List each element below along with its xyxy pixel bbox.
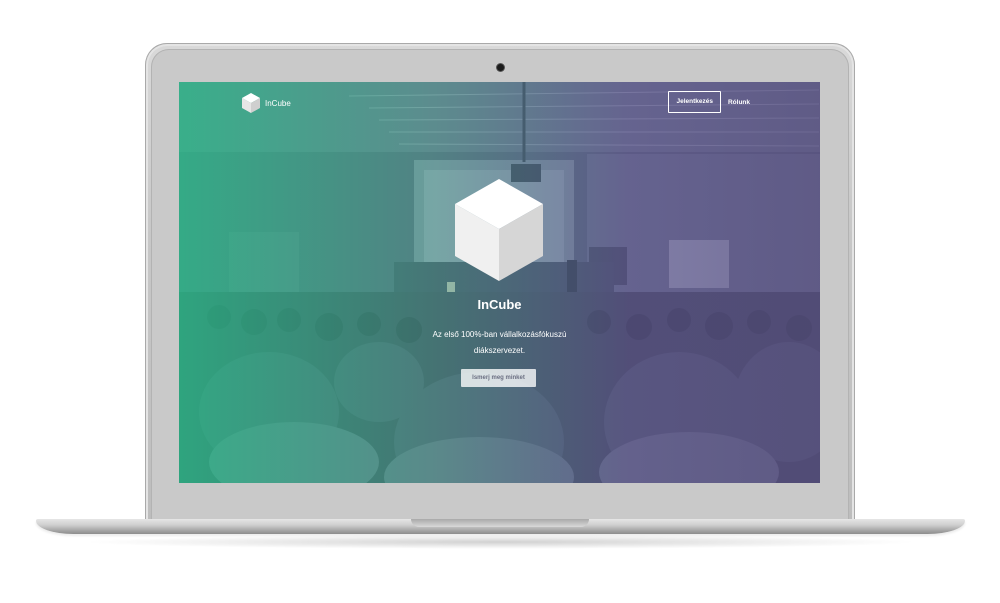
cube-icon <box>242 93 260 113</box>
logo-text: InCube <box>265 98 291 108</box>
laptop-shadow <box>80 535 920 549</box>
laptop-screen: InCube Jelentkezés Rólunk InCube Az első… <box>179 82 820 483</box>
laptop-notch <box>411 519 589 527</box>
register-button[interactable]: Jelentkezés <box>668 91 721 113</box>
hero-subtitle-line-1: Az első 100%-ban vállalkozásfókuszú <box>432 330 567 339</box>
hero-subtitle: Az első 100%-ban vállalkozásfókuszú diák… <box>179 327 820 359</box>
top-nav: Jelentkezés Rólunk <box>668 91 750 113</box>
hero-title: InCube <box>477 297 522 312</box>
site-logo[interactable]: InCube <box>241 92 291 114</box>
camera-icon <box>497 64 504 71</box>
hero-subtitle-line-2: diákszervezet. <box>473 346 526 355</box>
laptop-mockup: InCube Jelentkezés Rólunk InCube Az első… <box>0 0 1000 603</box>
cube-icon <box>455 179 543 281</box>
learn-more-button[interactable]: Ismerj meg minket <box>461 369 536 387</box>
about-link[interactable]: Rólunk <box>728 99 750 106</box>
